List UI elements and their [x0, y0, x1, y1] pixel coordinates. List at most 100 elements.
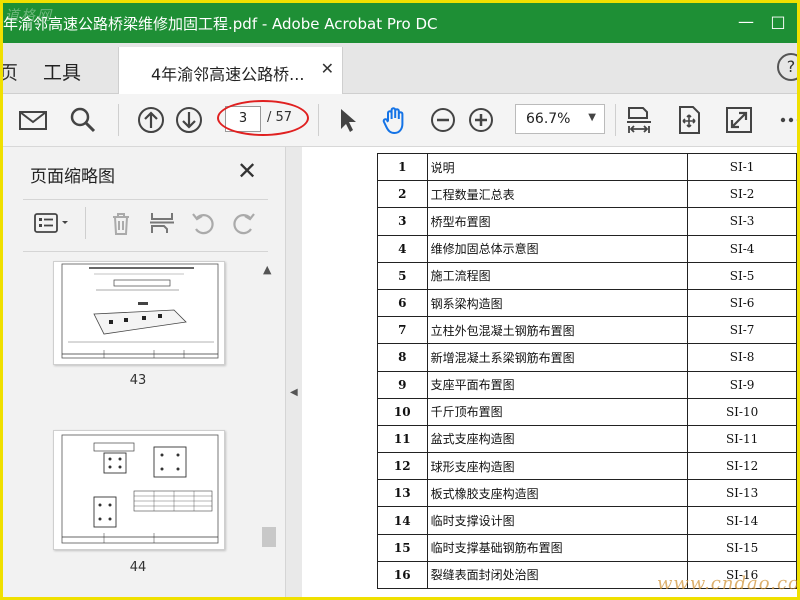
email-icon[interactable] [17, 104, 49, 136]
table-row: 10 千斤顶布置图 SI-10 [377, 397, 797, 426]
page-thumbnails-panel: 页面缩略图 ✕ 43 44 ▲ [3, 147, 286, 597]
rotate-ccw-icon[interactable] [189, 209, 217, 237]
page-thumbnail[interactable] [53, 430, 225, 550]
cell-name: 板式橡胶支座构造图 [426, 479, 689, 508]
fit-page-icon[interactable] [623, 104, 655, 136]
drawing-index-table: 1 说明 SI-1 2 工程数量汇总表 SI-2 3 桥型布置图 SI-3 4 维修加固总体示意图 S… [377, 152, 797, 590]
cell-code: SI-7 [687, 316, 797, 345]
cell-num: 8 [377, 343, 428, 372]
cell-code: SI-9 [687, 370, 797, 399]
cell-num: 11 [377, 424, 428, 454]
zoom-value: 66.7% [526, 111, 571, 127]
delete-icon[interactable] [107, 209, 135, 237]
chevron-up-icon[interactable]: ▲ [263, 263, 271, 276]
toolbar-divider [118, 104, 119, 136]
table-row: 9 支座平面布置图 SI-9 [377, 370, 797, 399]
tab-tools[interactable]: 工具 [43, 58, 81, 85]
maximize-button[interactable]: □ [765, 9, 791, 35]
cell-code: SI-14 [687, 506, 797, 535]
cell-name: 施工流程图 [426, 261, 689, 290]
thumbnail-options-icon[interactable] [33, 209, 73, 237]
cell-name: 盆式支座构造图 [426, 424, 689, 454]
cell-name: 维修加固总体示意图 [426, 234, 689, 263]
table-row: 5 施工流程图 SI-5 [377, 261, 797, 290]
cell-name: 球形支座构造图 [426, 452, 689, 481]
cell-num: 3 [377, 207, 428, 236]
cell-num: 10 [377, 397, 428, 426]
cell-num: 5 [377, 261, 428, 290]
cell-num: 4 [377, 234, 428, 263]
cell-code: SI-5 [687, 261, 797, 290]
main-toolbar: 3 / 57 66.7% ▼ [3, 94, 797, 147]
cell-code: SI-10 [687, 397, 797, 426]
hand-tool-icon[interactable] [379, 104, 411, 136]
table-row: 15 临时支撑基础钢筋布置图 SI-15 [377, 533, 797, 562]
minimize-button[interactable]: — [733, 9, 759, 35]
panel-divider [23, 251, 268, 252]
cell-num: 16 [377, 560, 428, 590]
select-cursor-icon[interactable] [331, 104, 363, 136]
more-options-icon[interactable] [773, 104, 797, 136]
cell-num: 1 [377, 152, 428, 182]
chevron-left-icon[interactable]: ◀ [290, 387, 298, 398]
cell-name: 裂缝表面封闭处治图 [426, 560, 689, 590]
page-navigator: 3 / 57 [217, 100, 309, 136]
cell-num: 6 [377, 288, 428, 318]
cell-num: 12 [377, 452, 428, 481]
thumbnail-page-number: 44 [129, 560, 147, 575]
table-row: 14 临时支撑设计图 SI-14 [377, 506, 797, 535]
cell-code: SI-11 [687, 424, 797, 454]
zoom-dropdown[interactable]: 66.7% ▼ [515, 104, 605, 134]
tab-bar: 页 工具 4年渝邻高速公路桥... ✕ ? [3, 43, 797, 94]
cell-code: SI-4 [687, 234, 797, 263]
scrollbar-thumb[interactable] [262, 527, 276, 547]
panel-collapse-bar[interactable]: ◀ [286, 147, 302, 597]
chevron-down-icon: ▼ [588, 112, 596, 123]
cell-num: 15 [377, 533, 428, 562]
table-row: 2 工程数量汇总表 SI-2 [377, 180, 797, 209]
cell-name: 新增混凝土系梁钢筋布置图 [426, 343, 689, 372]
page-thumbnail[interactable] [53, 261, 225, 365]
table-row: 13 板式橡胶支座构造图 SI-13 [377, 479, 797, 508]
panel-tool-divider [85, 207, 86, 239]
cell-code: SI-2 [687, 180, 797, 209]
cell-code: SI-13 [687, 479, 797, 508]
cell-num: 7 [377, 316, 428, 345]
cell-num: 13 [377, 479, 428, 508]
next-page-icon[interactable] [173, 104, 205, 136]
panel-divider [23, 199, 268, 200]
table-row: 12 球形支座构造图 SI-12 [377, 452, 797, 481]
rotate-cw-icon[interactable] [230, 209, 258, 237]
table-row: 11 盆式支座构造图 SI-11 [377, 424, 797, 454]
cell-num: 14 [377, 506, 428, 535]
tab-home[interactable]: 页 [3, 58, 18, 85]
cell-code: SI-15 [687, 533, 797, 562]
site-watermark: www.cndao.com [657, 573, 797, 594]
highlight-annotation [217, 100, 309, 136]
zoom-in-icon[interactable] [465, 104, 497, 136]
thumbnail-scrollbar[interactable]: ▲ [261, 259, 277, 597]
search-icon[interactable] [67, 104, 99, 136]
full-screen-icon[interactable] [723, 104, 755, 136]
cell-name: 临时支撑设计图 [426, 506, 689, 535]
acrobat-window: 道格网 年渝邻高速公路桥梁维修加固工程.pdf - Adobe Acrobat … [3, 3, 797, 597]
cell-code: SI-8 [687, 343, 797, 372]
cell-name: 桥型布置图 [426, 207, 689, 236]
cell-name: 说明 [426, 152, 689, 182]
table-row: 1 说明 SI-1 [377, 152, 797, 182]
help-icon[interactable]: ? [777, 53, 797, 81]
close-panel-icon[interactable]: ✕ [237, 157, 257, 185]
panel-title: 页面缩略图 [30, 167, 115, 187]
close-tab-icon[interactable]: ✕ [321, 59, 334, 78]
cell-name: 工程数量汇总表 [426, 180, 689, 209]
rotate-page-icon[interactable] [673, 104, 705, 136]
zoom-out-icon[interactable] [427, 104, 459, 136]
insert-page-icon[interactable] [148, 209, 176, 237]
cell-name: 千斤顶布置图 [426, 397, 689, 426]
cell-name: 立柱外包混凝土钢筋布置图 [426, 316, 689, 345]
tab-document[interactable]: 4年渝邻高速公路桥... ✕ [118, 47, 343, 94]
document-view[interactable]: 1 说明 SI-1 2 工程数量汇总表 SI-2 3 桥型布置图 SI-3 4 维修加固总体示意图 S… [302, 147, 797, 597]
previous-page-icon[interactable] [135, 104, 167, 136]
thumbnail-page-number: 43 [129, 373, 147, 388]
cell-num: 9 [377, 370, 428, 399]
